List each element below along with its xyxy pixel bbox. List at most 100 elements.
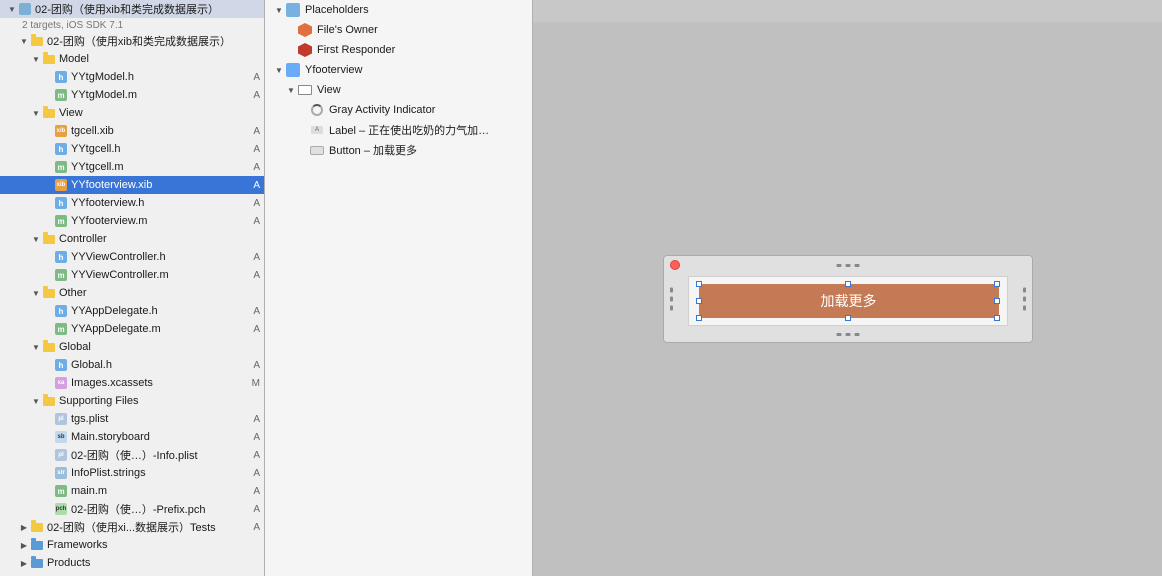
button-wrapper: 加载更多 [699, 284, 997, 318]
badge: A [253, 522, 264, 533]
group-controller[interactable]: Controller [0, 230, 264, 248]
outline-placeholders[interactable]: Placeholders [265, 0, 532, 20]
file-label: YYAppDelegate.h [71, 305, 253, 317]
products-label: Products [47, 557, 264, 569]
file-yyviewcontroller-m[interactable]: m YYViewController.m A [0, 266, 264, 284]
file-label: YYtgcell.m [71, 161, 253, 173]
folder-icon [42, 286, 56, 300]
badge: A [253, 414, 264, 425]
badge: A [253, 360, 264, 371]
folder-icon [30, 556, 44, 570]
file-ytgmodel-m[interactable]: m YYtgModel.m A [0, 86, 264, 104]
selection-handle-br[interactable] [994, 315, 1000, 321]
file-tgcell-xib[interactable]: xib tgcell.xib A [0, 122, 264, 140]
file-yytgcell-m[interactable]: m YYtgcell.m A [0, 158, 264, 176]
canvas-button[interactable]: 加载更多 [699, 284, 999, 318]
badge: A [253, 486, 264, 497]
selection-handle-bm[interactable] [845, 315, 851, 321]
plist-file-icon: pl [54, 448, 68, 462]
selection-handle-tm[interactable] [845, 281, 851, 287]
file-yyappdelegate-h[interactable]: h YYAppDelegate.h A [0, 302, 264, 320]
group-model[interactable]: Model [0, 50, 264, 68]
group-tests[interactable]: 02-团购（使用xi...数据展示）Tests A [0, 518, 264, 536]
group-other[interactable]: Other [0, 284, 264, 302]
project-label: 02-团购（使用xib和类完成数据展示） [35, 1, 264, 17]
file-infoplist-strings[interactable]: str InfoPlist.strings A [0, 464, 264, 482]
file-main-m[interactable]: m main.m A [0, 482, 264, 500]
selection-handle-tr[interactable] [994, 281, 1000, 287]
selection-handle-tl[interactable] [696, 281, 702, 287]
disclosure-icon [273, 64, 285, 76]
group-global[interactable]: Global [0, 338, 264, 356]
other-label: Other [59, 287, 264, 299]
file-yyfooterview-m[interactable]: m YYfooterview.m A [0, 212, 264, 230]
resize-handles-left [670, 288, 673, 311]
m-file-icon: m [54, 322, 68, 336]
file-yyviewcontroller-h[interactable]: h YYViewController.h A [0, 248, 264, 266]
badge: A [253, 72, 264, 83]
group-supporting[interactable]: Supporting Files [0, 392, 264, 410]
h-file-icon: h [54, 142, 68, 156]
outline-gray-activity-indicator[interactable]: Gray Activity Indicator [265, 100, 532, 120]
project-root-item[interactable]: 02-团购（使用xib和类完成数据展示） [0, 0, 264, 18]
badge: A [253, 180, 264, 191]
group-products[interactable]: Products [0, 554, 264, 572]
file-yyappdelegate-m[interactable]: m YYAppDelegate.m A [0, 320, 264, 338]
outline-button[interactable]: Button – 加载更多 [265, 140, 532, 160]
badge: A [253, 252, 264, 263]
h-file-icon: h [54, 358, 68, 372]
outline-panel: Placeholders File's Owner First Responde… [265, 0, 533, 576]
file-yytgcell-h[interactable]: h YYtgcell.h A [0, 140, 264, 158]
file-yyfooterview-h[interactable]: h YYfooterview.h A [0, 194, 264, 212]
badge: A [253, 432, 264, 443]
m-file-icon: m [54, 88, 68, 102]
m-file-icon: m [54, 484, 68, 498]
file-label: YYfooterview.h [71, 197, 253, 209]
file-images-xcassets[interactable]: xa Images.xcassets M [0, 374, 264, 392]
selection-handle-ml[interactable] [696, 298, 702, 304]
disclosure-icon [30, 287, 42, 299]
xib-canvas: 加载更多 [663, 255, 1033, 343]
selection-handle-bl[interactable] [696, 315, 702, 321]
file-tgs-plist[interactable]: pl tgs.plist A [0, 410, 264, 428]
selection-handle-mr[interactable] [994, 298, 1000, 304]
folder-icon [30, 520, 44, 534]
file-ytgmodel-h[interactable]: h YYtgModel.h A [0, 68, 264, 86]
resize-handles-right [1023, 288, 1026, 311]
frameworks-label: Frameworks [47, 539, 264, 551]
file-prefix-pch[interactable]: pch 02-团购（使…）-Prefix.pch A [0, 500, 264, 518]
label-element-icon: A [309, 122, 325, 138]
group-frameworks[interactable]: Frameworks [0, 536, 264, 554]
first-responder-icon [297, 42, 313, 58]
file-label: tgcell.xib [71, 125, 253, 137]
group-main[interactable]: 02-团购（使用xib和类完成数据展示） [0, 32, 264, 50]
file-global-h[interactable]: h Global.h A [0, 356, 264, 374]
badge: A [253, 306, 264, 317]
file-label: YYViewController.m [71, 269, 253, 281]
file-info-plist[interactable]: pl 02-团购（使…）-Info.plist A [0, 446, 264, 464]
outline-label[interactable]: A Label – 正在使出吃奶的力气加… [265, 120, 532, 140]
file-label: Global.h [71, 359, 253, 371]
group-view[interactable]: View [0, 104, 264, 122]
outline-first-responder[interactable]: First Responder [265, 40, 532, 60]
disclosure-icon [18, 557, 30, 569]
badge: A [253, 450, 264, 461]
disclosure-icon [273, 4, 285, 16]
badge: A [253, 126, 264, 137]
outline-files-owner[interactable]: File's Owner [265, 20, 532, 40]
file-main-storyboard[interactable]: sb Main.storyboard A [0, 428, 264, 446]
outline-view[interactable]: View [265, 80, 532, 100]
disclosure-icon [30, 395, 42, 407]
badge: M [252, 378, 264, 389]
supporting-label: Supporting Files [59, 395, 264, 407]
file-label: Images.xcassets [71, 377, 252, 389]
view-label: View [59, 107, 264, 119]
yfooterview-label: Yfooterview [305, 64, 362, 76]
file-yyfooterview-xib[interactable]: xib YYfooterview.xib A [0, 176, 264, 194]
tests-label: 02-团购（使用xi...数据展示）Tests [47, 519, 253, 535]
disclosure-icon [18, 35, 30, 47]
outline-yfooterview[interactable]: Yfooterview [265, 60, 532, 80]
h-file-icon: h [54, 196, 68, 210]
controller-label: Controller [59, 233, 264, 245]
close-button[interactable] [670, 260, 680, 270]
